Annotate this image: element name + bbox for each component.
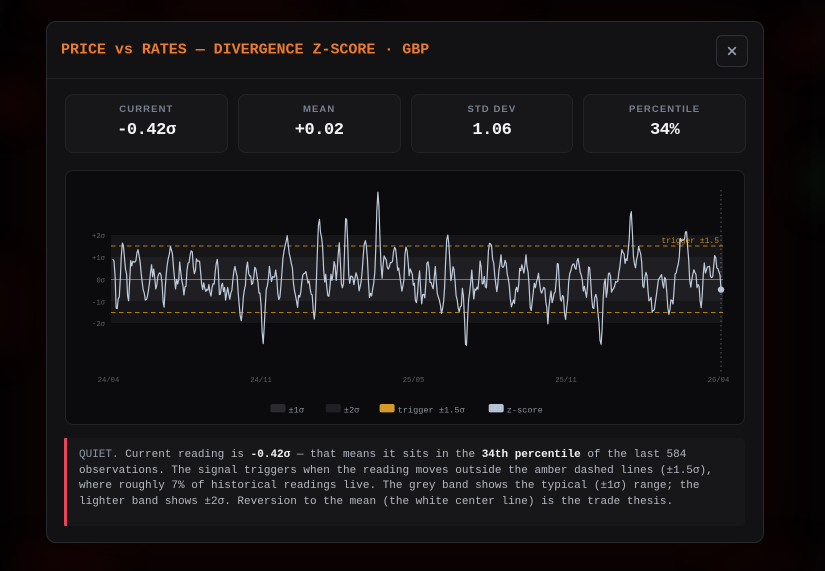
svg-text:25/11: 25/11: [555, 377, 577, 385]
svg-text:trigger ±1.5: trigger ±1.5: [661, 237, 719, 246]
svg-text:z-score: z-score: [507, 406, 543, 416]
svg-text:25/05: 25/05: [403, 377, 425, 385]
svg-text:24/11: 24/11: [250, 377, 272, 385]
svg-text:24/04: 24/04: [98, 377, 120, 385]
svg-text:trigger ±1.5σ: trigger ±1.5σ: [398, 406, 466, 416]
svg-text:+1σ: +1σ: [92, 255, 106, 263]
svg-text:-1σ: -1σ: [92, 300, 106, 308]
svg-text:±2σ: ±2σ: [344, 406, 360, 416]
svg-text:26/04: 26/04: [708, 377, 730, 385]
svg-text:±1σ: ±1σ: [289, 406, 305, 416]
svg-text:-2σ: -2σ: [92, 321, 106, 329]
svg-text:+2σ: +2σ: [92, 233, 106, 241]
svg-text:0σ: 0σ: [96, 278, 105, 286]
